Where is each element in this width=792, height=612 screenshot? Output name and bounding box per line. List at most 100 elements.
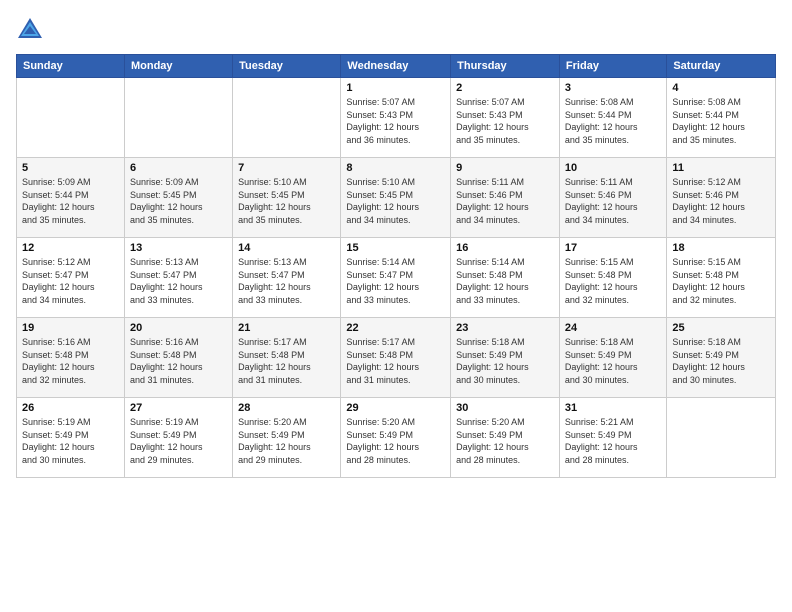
day-info: Sunrise: 5:15 AM Sunset: 5:48 PM Dayligh… xyxy=(672,256,770,306)
day-cell: 30 Sunrise: 5:20 AM Sunset: 5:49 PM Dayli… xyxy=(451,398,560,478)
logo xyxy=(16,16,48,44)
day-cell: 26 Sunrise: 5:19 AM Sunset: 5:49 PM Dayli… xyxy=(17,398,125,478)
day-number: 30 xyxy=(456,402,554,414)
day-cell: 12 Sunrise: 5:12 AM Sunset: 5:47 PM Dayli… xyxy=(17,238,125,318)
day-number: 25 xyxy=(672,322,770,334)
day-info: Sunrise: 5:15 AM Sunset: 5:48 PM Dayligh… xyxy=(565,256,661,306)
day-cell: 6 Sunrise: 5:09 AM Sunset: 5:45 PM Daylig… xyxy=(124,158,232,238)
day-cell: 17 Sunrise: 5:15 AM Sunset: 5:48 PM Dayli… xyxy=(559,238,666,318)
day-number: 15 xyxy=(346,242,445,254)
day-cell: 25 Sunrise: 5:18 AM Sunset: 5:49 PM Dayli… xyxy=(667,318,776,398)
day-cell: 13Sunrise: 5:13 AM Sunset: 5:47 PM Dayli… xyxy=(124,238,232,318)
day-info: Sunrise: 5:21 AM Sunset: 5:49 PM Dayligh… xyxy=(565,416,661,466)
day-info: Sunrise: 5:19 AM Sunset: 5:49 PM Dayligh… xyxy=(130,416,227,466)
day-number: 16 xyxy=(456,242,554,254)
day-info: Sunrise: 5:20 AM Sunset: 5:49 PM Dayligh… xyxy=(238,416,335,466)
day-info: Sunrise: 5:18 AM Sunset: 5:49 PM Dayligh… xyxy=(456,336,554,386)
day-number: 23 xyxy=(456,322,554,334)
day-cell xyxy=(124,78,232,158)
day-info: Sunrise: 5:14 AM Sunset: 5:48 PM Dayligh… xyxy=(456,256,554,306)
day-info: Sunrise: 5:19 AM Sunset: 5:49 PM Dayligh… xyxy=(22,416,119,466)
day-number: 6 xyxy=(130,162,227,174)
day-cell: 22Sunrise: 5:17 AM Sunset: 5:48 PM Dayli… xyxy=(341,318,451,398)
day-info: Sunrise: 5:08 AM Sunset: 5:44 PM Dayligh… xyxy=(565,96,661,146)
day-info: Sunrise: 5:08 AM Sunset: 5:44 PM Dayligh… xyxy=(672,96,770,146)
day-cell: 3 Sunrise: 5:08 AM Sunset: 5:44 PM Daylig… xyxy=(559,78,666,158)
day-number: 12 xyxy=(22,242,119,254)
page: SundayMondayTuesdayWednesdayThursdayFrid… xyxy=(0,0,792,612)
day-number: 17 xyxy=(565,242,661,254)
day-cell: 5 Sunrise: 5:09 AM Sunset: 5:44 PM Daylig… xyxy=(17,158,125,238)
day-info: Sunrise: 5:16 AM Sunset: 5:48 PM Dayligh… xyxy=(130,336,227,386)
day-cell: 20 Sunrise: 5:16 AM Sunset: 5:48 PM Dayli… xyxy=(124,318,232,398)
header xyxy=(16,16,776,44)
day-info: Sunrise: 5:13 AM Sunset: 5:47 PM Dayligh… xyxy=(238,256,335,306)
day-info: Sunrise: 5:20 AM Sunset: 5:49 PM Dayligh… xyxy=(346,416,445,466)
day-info: Sunrise: 5:17 AM Sunset: 5:48 PM Dayligh… xyxy=(346,336,445,386)
day-number: 1 xyxy=(346,82,445,94)
day-number: 24 xyxy=(565,322,661,334)
calendar-table: SundayMondayTuesdayWednesdayThursdayFrid… xyxy=(16,54,776,478)
day-info: Sunrise: 5:18 AM Sunset: 5:49 PM Dayligh… xyxy=(565,336,661,386)
week-row-4: 26 Sunrise: 5:19 AM Sunset: 5:49 PM Dayli… xyxy=(17,398,776,478)
day-cell: 15Sunrise: 5:14 AM Sunset: 5:47 PM Dayli… xyxy=(341,238,451,318)
day-number: 28 xyxy=(238,402,335,414)
day-info: Sunrise: 5:09 AM Sunset: 5:45 PM Dayligh… xyxy=(130,176,227,226)
day-number: 20 xyxy=(130,322,227,334)
day-cell: 2Sunrise: 5:07 AM Sunset: 5:43 PM Daylig… xyxy=(451,78,560,158)
day-info: Sunrise: 5:18 AM Sunset: 5:49 PM Dayligh… xyxy=(672,336,770,386)
week-row-2: 12 Sunrise: 5:12 AM Sunset: 5:47 PM Dayli… xyxy=(17,238,776,318)
day-cell: 4 Sunrise: 5:08 AM Sunset: 5:44 PM Daylig… xyxy=(667,78,776,158)
header-cell-thursday: Thursday xyxy=(451,55,560,78)
week-row-1: 5 Sunrise: 5:09 AM Sunset: 5:44 PM Daylig… xyxy=(17,158,776,238)
header-cell-sunday: Sunday xyxy=(17,55,125,78)
day-cell: 19Sunrise: 5:16 AM Sunset: 5:48 PM Dayli… xyxy=(17,318,125,398)
day-number: 10 xyxy=(565,162,661,174)
day-number: 9 xyxy=(456,162,554,174)
day-info: Sunrise: 5:11 AM Sunset: 5:46 PM Dayligh… xyxy=(456,176,554,226)
header-cell-wednesday: Wednesday xyxy=(341,55,451,78)
week-row-3: 19Sunrise: 5:16 AM Sunset: 5:48 PM Dayli… xyxy=(17,318,776,398)
day-cell xyxy=(17,78,125,158)
day-cell: 28 Sunrise: 5:20 AM Sunset: 5:49 PM Dayli… xyxy=(233,398,341,478)
logo-icon xyxy=(16,16,44,44)
day-number: 26 xyxy=(22,402,119,414)
day-number: 8 xyxy=(346,162,445,174)
day-cell: 9 Sunrise: 5:11 AM Sunset: 5:46 PM Daylig… xyxy=(451,158,560,238)
day-info: Sunrise: 5:17 AM Sunset: 5:48 PM Dayligh… xyxy=(238,336,335,386)
day-cell: 10 Sunrise: 5:11 AM Sunset: 5:46 PM Dayli… xyxy=(559,158,666,238)
day-info: Sunrise: 5:10 AM Sunset: 5:45 PM Dayligh… xyxy=(238,176,335,226)
day-number: 29 xyxy=(346,402,445,414)
day-number: 14 xyxy=(238,242,335,254)
day-number: 31 xyxy=(565,402,661,414)
day-number: 18 xyxy=(672,242,770,254)
day-cell: 8 Sunrise: 5:10 AM Sunset: 5:45 PM Daylig… xyxy=(341,158,451,238)
day-info: Sunrise: 5:12 AM Sunset: 5:46 PM Dayligh… xyxy=(672,176,770,226)
day-number: 3 xyxy=(565,82,661,94)
day-number: 11 xyxy=(672,162,770,174)
header-cell-saturday: Saturday xyxy=(667,55,776,78)
day-info: Sunrise: 5:11 AM Sunset: 5:46 PM Dayligh… xyxy=(565,176,661,226)
day-cell: 27 Sunrise: 5:19 AM Sunset: 5:49 PM Dayli… xyxy=(124,398,232,478)
day-cell xyxy=(233,78,341,158)
day-number: 27 xyxy=(130,402,227,414)
day-info: Sunrise: 5:10 AM Sunset: 5:45 PM Dayligh… xyxy=(346,176,445,226)
day-cell: 21 Sunrise: 5:17 AM Sunset: 5:48 PM Dayli… xyxy=(233,318,341,398)
day-number: 21 xyxy=(238,322,335,334)
day-cell: 1 Sunrise: 5:07 AM Sunset: 5:43 PM Daylig… xyxy=(341,78,451,158)
day-info: Sunrise: 5:12 AM Sunset: 5:47 PM Dayligh… xyxy=(22,256,119,306)
day-number: 5 xyxy=(22,162,119,174)
day-number: 13 xyxy=(130,242,227,254)
header-cell-monday: Monday xyxy=(124,55,232,78)
day-number: 4 xyxy=(672,82,770,94)
day-cell: 24 Sunrise: 5:18 AM Sunset: 5:49 PM Dayli… xyxy=(559,318,666,398)
day-info: Sunrise: 5:09 AM Sunset: 5:44 PM Dayligh… xyxy=(22,176,119,226)
day-info: Sunrise: 5:16 AM Sunset: 5:48 PM Dayligh… xyxy=(22,336,119,386)
header-cell-friday: Friday xyxy=(559,55,666,78)
day-info: Sunrise: 5:07 AM Sunset: 5:43 PM Dayligh… xyxy=(346,96,445,146)
day-number: 7 xyxy=(238,162,335,174)
day-info: Sunrise: 5:20 AM Sunset: 5:49 PM Dayligh… xyxy=(456,416,554,466)
week-row-0: 1 Sunrise: 5:07 AM Sunset: 5:43 PM Daylig… xyxy=(17,78,776,158)
day-cell xyxy=(667,398,776,478)
day-cell: 18 Sunrise: 5:15 AM Sunset: 5:48 PM Dayli… xyxy=(667,238,776,318)
